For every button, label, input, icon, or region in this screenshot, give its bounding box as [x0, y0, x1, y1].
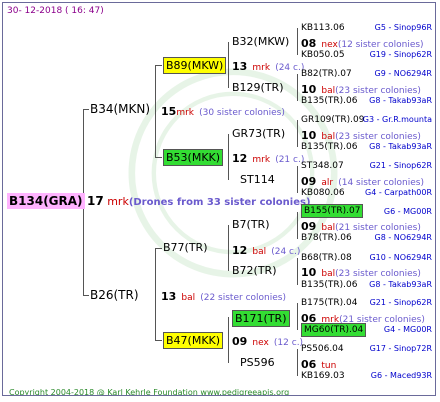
gen4-node[interactable]: B135(TR).06 [301, 278, 357, 292]
line-g4f-v [297, 258, 298, 285]
gen4-node[interactable]: GR109(TR).09 [301, 113, 365, 127]
gen2-node[interactable]: B89(MKW) [163, 57, 227, 74]
gen4-node[interactable]: KB050.05 [301, 48, 345, 62]
gen1-drone-note: 15mrk (30 sister colonies) [161, 105, 285, 118]
line-g3b-v [228, 134, 229, 180]
gen3-node[interactable]: GR73(TR) [232, 127, 285, 141]
line-g2c [155, 248, 162, 249]
gen4-id: G8 - NO6294R [374, 233, 432, 242]
line-g4c-v [297, 120, 298, 147]
line-g1a-v [155, 65, 156, 157]
root-queen[interactable]: B134(GRA) [7, 193, 85, 209]
gen1-drone-note: 13 bal (22 sister colonies) [161, 290, 286, 303]
gen4-node[interactable]: B135(TR).06 [301, 140, 357, 154]
root-drone-note: 17 mrk(Drones from 33 sister colonies) [87, 194, 311, 208]
gen4-node[interactable]: PS506.04 [301, 342, 344, 356]
gen4-node[interactable]: B68(TR).08 [301, 251, 352, 265]
line-g2a [155, 65, 162, 66]
gen3-node[interactable]: PS596 [240, 356, 275, 370]
line-g4e-v [297, 212, 298, 239]
gen4-id: G8 - Takab93aR [369, 142, 432, 151]
gen4-node[interactable]: B155(TR).07 [301, 204, 364, 218]
gen2-drone-note: 12 mrk (21 c.) [232, 152, 305, 165]
line-g2b [155, 157, 162, 158]
line-g3a-v [228, 42, 229, 88]
gen4-id: G3 - Gr.R.mounta [362, 115, 432, 124]
gen3-node[interactable]: B32(MKW) [232, 35, 289, 49]
gen3-node[interactable]: ST114 [240, 173, 275, 187]
line-g1b [83, 295, 89, 296]
pedigree-chart: 30- 12-2018 ( 16: 47) B134(GRA) 17 mrk(D… [2, 2, 436, 396]
gen4-node[interactable]: B82(TR).07 [301, 67, 352, 81]
line-g2d [155, 340, 162, 341]
gen2-node[interactable]: B47(MKK) [163, 332, 224, 349]
gen4-id: G9 - NO6294R [374, 69, 432, 78]
line-g4g-v [297, 303, 298, 330]
gen4-node[interactable]: MG60(TR).04 [301, 323, 367, 337]
gen3-node[interactable]: B171(TR) [232, 310, 290, 327]
gen4-id: G8 - Takab93aR [369, 96, 432, 105]
line-g4a-v [297, 28, 298, 55]
gen4-id: G5 - Sinop96R [374, 23, 432, 32]
gen3-node[interactable]: B72(TR) [232, 264, 277, 278]
gen4-id: G10 - NO6294R [369, 253, 432, 262]
gen4-id: G21 - Sinop62R [369, 298, 432, 307]
gen4-node[interactable]: B135(TR).06 [301, 94, 357, 108]
gen4-id: G8 - Takab93aR [369, 280, 432, 289]
line-g3c-v [228, 225, 229, 271]
line-g1b-v [155, 248, 156, 340]
gen1-node[interactable]: B34(MKN) [90, 102, 150, 116]
gen4-id: G4 - MG00R [383, 325, 432, 334]
gen4-id: G19 - Sinop62R [369, 50, 432, 59]
gen4-node[interactable]: B175(TR).04 [301, 296, 357, 310]
gen2-drone-note: 09 nex (12 c.) [232, 335, 304, 348]
gen4-id: G6 - Maced93R [370, 371, 432, 380]
gen4-id: G17 - Sinop72R [369, 344, 432, 353]
line-g4d-v [297, 166, 298, 193]
gen4-id: G4 - Carpath00R [365, 188, 432, 197]
gen4-node[interactable]: ST348.07 [301, 159, 344, 173]
line-g4h-v [297, 349, 298, 376]
gen4-node[interactable]: KB113.06 [301, 21, 345, 35]
gen3-node[interactable]: B7(TR) [232, 218, 270, 232]
gen4-id: G6 - MG00R [383, 207, 432, 216]
line-g4b-v [297, 74, 298, 101]
line-g1a [83, 109, 89, 110]
line-g3d-v [228, 317, 229, 363]
gen2-node[interactable]: B53(MKK) [163, 149, 224, 166]
gen2-node[interactable]: B77(TR) [163, 241, 208, 255]
footer-copyright: Copyright 2004-2018 @ Karl Kehrle Founda… [9, 388, 290, 396]
date-header: 30- 12-2018 ( 16: 47) [7, 6, 104, 16]
gen4-node[interactable]: B78(TR).06 [301, 231, 352, 245]
gen1-node[interactable]: B26(TR) [90, 288, 139, 302]
gen2-drone-note: 12 bal (24 c.) [232, 244, 301, 257]
gen4-node[interactable]: KB080.06 [301, 186, 345, 200]
gen3-node[interactable]: B129(TR) [232, 81, 284, 95]
gen2-drone-note: 13 mrk (24 c.) [232, 60, 305, 73]
gen4-id: G21 - Sinop62R [369, 161, 432, 170]
gen4-node[interactable]: KB169.03 [301, 369, 345, 383]
